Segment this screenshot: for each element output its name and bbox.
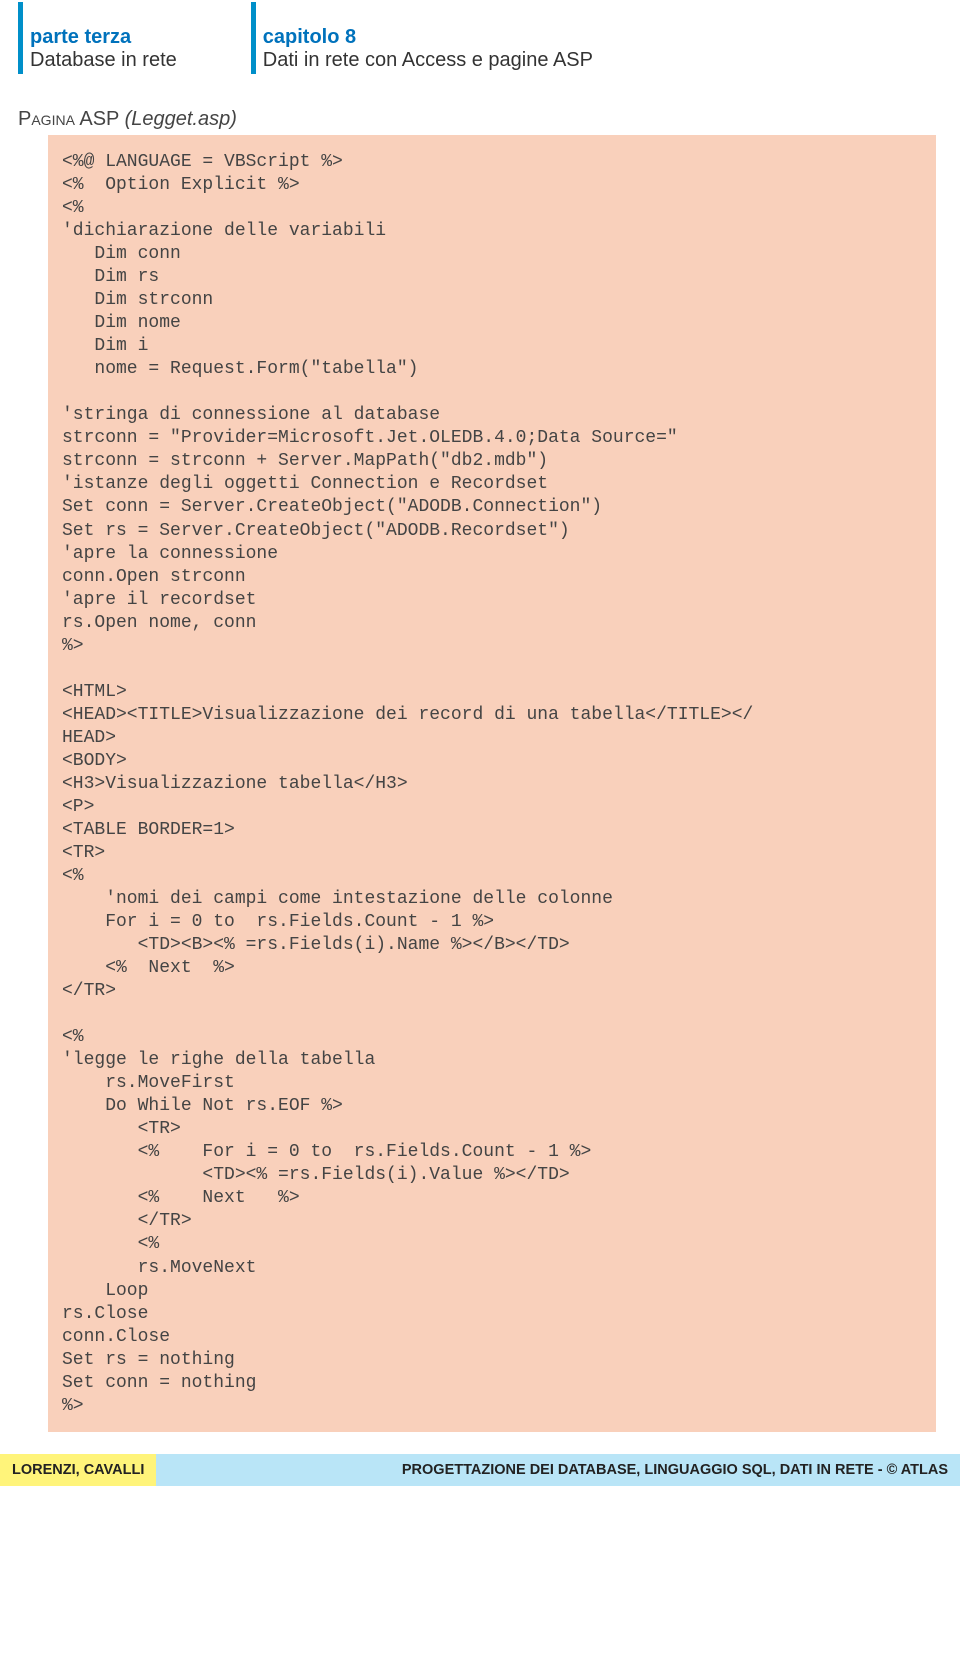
footer-authors: LORENZI, CAVALLI: [0, 1454, 156, 1486]
footer-book-title: PROGETTAZIONE DEI DATABASE, LINGUAGGIO S…: [156, 1454, 960, 1486]
asp-filename: (Legget.asp): [125, 108, 237, 130]
page-footer: LORENZI, CAVALLI PROGETTAZIONE DEI DATAB…: [0, 1454, 960, 1486]
page-header: parte terza Database in rete capitolo 8 …: [0, 0, 960, 80]
part-subtitle: Database in rete: [30, 49, 177, 72]
asp-page-heading: Pagina ASP (Legget.asp): [18, 108, 942, 131]
header-right: capitolo 8 Dati in rete con Access e pag…: [251, 26, 593, 72]
asp-label: ASP: [75, 108, 125, 130]
chapter-subtitle: Dati in rete con Access e pagine ASP: [263, 49, 593, 72]
chapter-title: capitolo 8: [263, 26, 593, 49]
part-title: parte terza: [30, 26, 177, 49]
pagina-label: Pagina: [18, 108, 75, 130]
code-listing: <%@ LANGUAGE = VBScript %> <% Option Exp…: [48, 135, 936, 1432]
header-left: parte terza Database in rete: [18, 26, 177, 72]
